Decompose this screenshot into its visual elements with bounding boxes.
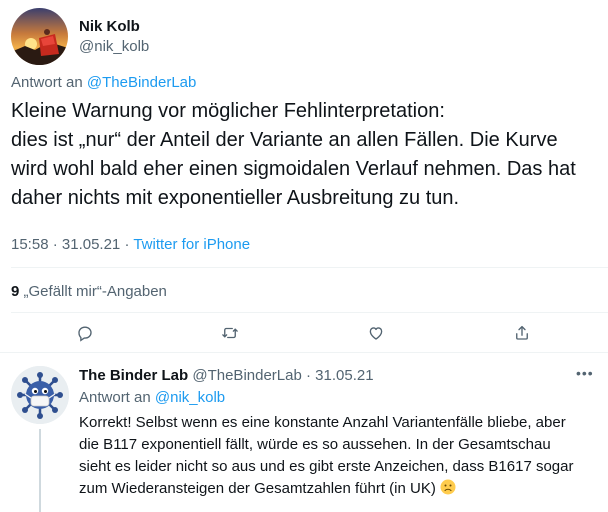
reply-text-line-last: zum Wiederansteigen der Gesamtzahlen füh… (79, 478, 603, 500)
thread-line (39, 429, 41, 512)
tweet-source-link[interactable]: Twitter for iPhone (133, 236, 250, 253)
tweet-time[interactable]: 15:58 (11, 236, 49, 253)
retweet-icon[interactable] (219, 322, 241, 344)
reply-header: The Binder Lab @TheBinderLab · 31.05.21 (79, 367, 374, 384)
reply-icon[interactable] (74, 322, 96, 344)
tweet-actions (0, 322, 608, 344)
avatar[interactable] (11, 8, 68, 65)
tweet-text-line: dies ist „nur“ der Anteil der Variante a… (11, 129, 558, 151)
likes-label: „Gefällt mir“-Angaben (23, 283, 167, 300)
reply-text-line: zum Wiederansteigen der Gesamtzahlen füh… (79, 480, 436, 497)
reply-context: Antwort an @nik_kolb (79, 389, 225, 406)
author-handle[interactable]: @TheBinderLab (192, 367, 301, 384)
slightly-frowning-face-icon (440, 479, 456, 495)
virus-avatar-icon (11, 366, 69, 424)
tweet-text-line: daher nichts mit exponentieller Ausbreit… (11, 187, 460, 209)
tweet-date[interactable]: 31.05.21 (315, 367, 373, 384)
avatar-image (11, 8, 68, 65)
like-icon[interactable] (365, 322, 387, 344)
reply-text: Korrekt! Selbst wenn es eine konstante A… (79, 412, 603, 500)
author-handle[interactable]: @nik_kolb (79, 38, 149, 55)
reply-prefix: Antwort an (11, 74, 83, 91)
more-options-icon[interactable]: ••• (576, 365, 594, 381)
divider (11, 267, 608, 268)
avatar[interactable] (11, 366, 69, 424)
main-tweet: Nik Kolb @nik_kolb Antwort an @TheBinder… (0, 0, 608, 353)
tweet-text-line: Kleine Warnung vor möglicher Fehlinterpr… (11, 100, 445, 122)
reply-target-link[interactable]: @nik_kolb (155, 389, 225, 406)
meta-separator: · (301, 367, 316, 384)
likes-summary[interactable]: 9 „Gefällt mir“-Angaben (11, 283, 167, 300)
author-name[interactable]: Nik Kolb (79, 18, 140, 35)
tweet-meta: 15:58 · 31.05.21 · Twitter for iPhone (11, 236, 250, 253)
reply-prefix: Antwort an (79, 389, 151, 406)
tweet-date[interactable]: 31.05.21 (62, 236, 120, 253)
reply-context: Antwort an @TheBinderLab (11, 74, 196, 91)
tweet-text: Kleine Warnung vor möglicher Fehlinterpr… (11, 97, 601, 213)
more-options-icon[interactable] (572, 6, 602, 24)
divider (11, 312, 608, 313)
share-icon[interactable] (511, 322, 533, 344)
reply-target-link[interactable]: @TheBinderLab (87, 74, 196, 91)
reply-text-line: sieht es leider nicht so aus und es gibt… (79, 458, 574, 475)
reply-text-line: die B117 exponentiell fällt, würde es so… (79, 436, 551, 453)
author-name[interactable]: The Binder Lab (79, 367, 188, 384)
tweet-text-line: wird wohl bald eher einen sigmoidalen Ve… (11, 158, 576, 180)
meta-separator: · (120, 236, 134, 253)
reply-tweet[interactable]: The Binder Lab @TheBinderLab · 31.05.21 … (0, 353, 608, 512)
likes-count: 9 (11, 283, 20, 300)
reply-text-line: Korrekt! Selbst wenn es eine konstante A… (79, 414, 566, 431)
meta-separator: · (48, 236, 62, 253)
